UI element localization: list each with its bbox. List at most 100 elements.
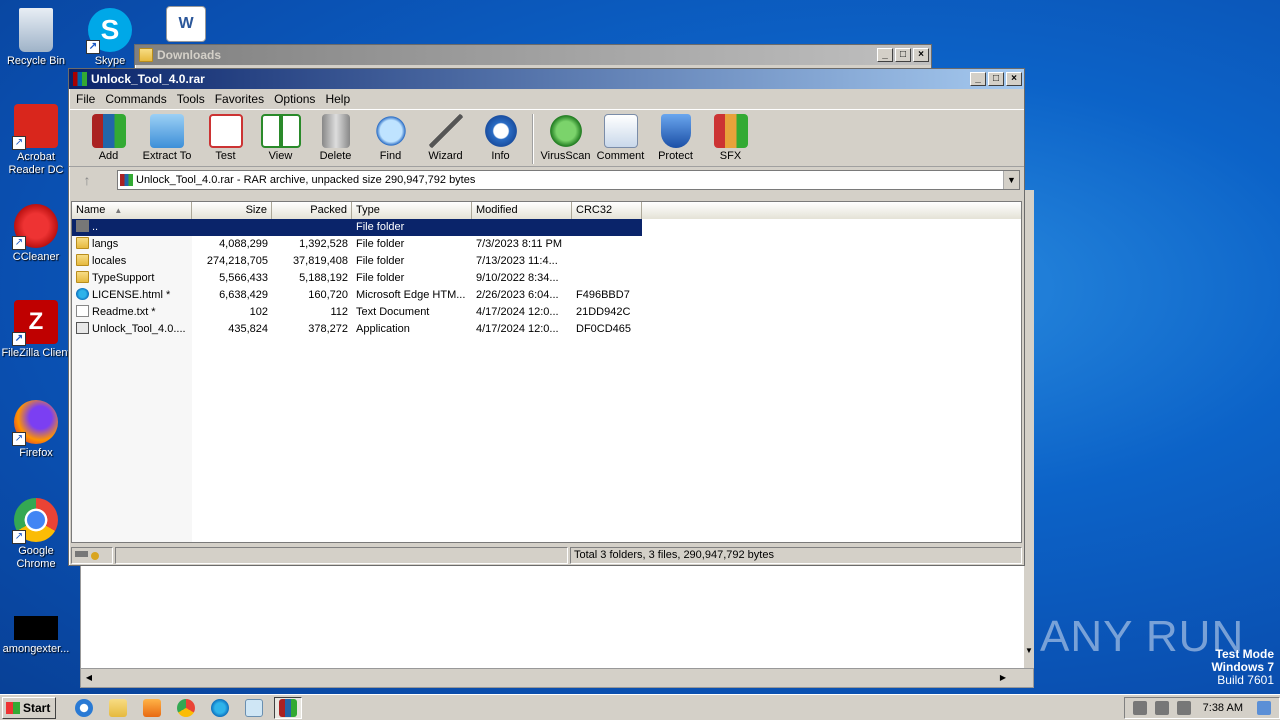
desktop-icon-label: Firefox xyxy=(19,447,53,459)
taskbar-explorer[interactable] xyxy=(104,697,132,719)
file-rows: .. File folder langs 4,088,299 1,392,528 File… xyxy=(72,219,1021,338)
file-row[interactable]: locales 274,218,705 37,819,408 File folder 7… xyxy=(72,253,1021,270)
file-row[interactable]: TypeSupport 5,566,433 5,188,192 File folder… xyxy=(72,270,1021,287)
test-mode-text: Test Mode Windows 7 Build 7601 xyxy=(1211,648,1274,687)
desktop-icon-label: amongexter... xyxy=(2,643,70,655)
cell-size: 102 xyxy=(249,306,268,318)
folder-icon xyxy=(76,237,89,249)
info-label: Info xyxy=(491,150,510,162)
chevron-down-icon[interactable]: ▼ xyxy=(1003,171,1019,189)
system-tray: 7:38 AM xyxy=(1123,696,1280,719)
scroll-left-icon[interactable]: ◀ xyxy=(83,671,95,685)
desktop-icon-acrobat[interactable]: ↗ Acrobat Reader DC xyxy=(0,104,72,177)
column-packed[interactable]: Packed xyxy=(272,202,352,219)
maximize-button[interactable]: □ xyxy=(895,48,911,62)
downloads-titlebar[interactable]: Downloads _ □ × xyxy=(135,45,931,65)
cell-packed: 37,819,408 xyxy=(292,255,348,267)
menu-commands[interactable]: Commands xyxy=(100,92,171,106)
up-arrow-icon[interactable]: ↑ xyxy=(73,170,101,190)
parent-icon xyxy=(76,220,89,232)
cell-name: locales xyxy=(72,253,192,270)
file-row[interactable]: Unlock_Tool_4.0.... 435,824 378,272 Applica… xyxy=(72,321,1021,338)
ie-icon xyxy=(75,698,93,717)
file-row[interactable]: LICENSE.html * 6,638,429 160,720 Microsoft … xyxy=(72,287,1021,304)
shortcut-arrow-icon: ↗ xyxy=(12,530,26,544)
menu-file[interactable]: File xyxy=(71,92,100,106)
cell-size: 5,566,433 xyxy=(219,272,268,284)
menu-favorites[interactable]: Favorites xyxy=(210,92,269,106)
file-list[interactable]: Name ▲ Size Packed Type Modified CRC32 .… xyxy=(71,201,1022,543)
speaker-icon[interactable] xyxy=(1132,700,1147,715)
desktop-icon-filezilla[interactable]: Z ↗ FileZilla Client xyxy=(0,300,72,360)
add-button[interactable]: Add xyxy=(81,114,136,162)
cell-modified: 2/26/2023 6:04... xyxy=(476,289,559,301)
archive-path-dropdown[interactable]: Unlock_Tool_4.0.rar - RAR archive, unpac… xyxy=(117,170,1020,190)
taskbar-chrome[interactable] xyxy=(172,697,200,719)
explorer-folder-icon xyxy=(109,698,127,717)
taskbar-edge[interactable] xyxy=(206,697,234,719)
test-button[interactable]: Test xyxy=(198,114,253,162)
column-modified[interactable]: Modified xyxy=(472,202,572,219)
clock[interactable]: 7:38 AM xyxy=(1203,702,1243,714)
chrome-icon xyxy=(177,698,195,717)
taskbar-winrar[interactable] xyxy=(274,696,302,719)
close-button[interactable]: × xyxy=(1006,72,1022,86)
wizard-button[interactable]: Wizard xyxy=(418,114,473,162)
taskbar-ie[interactable] xyxy=(70,697,98,719)
desktop-icon-ccleaner[interactable]: ↗ CCleaner xyxy=(0,204,72,264)
taskbar-notepad[interactable] xyxy=(240,697,268,719)
column-type[interactable]: Type xyxy=(352,202,472,219)
black-app-icon xyxy=(14,616,58,640)
maximize-button[interactable]: □ xyxy=(988,72,1004,86)
taskbar-media-player[interactable] xyxy=(138,697,166,719)
test-label: Test xyxy=(215,150,236,162)
protect-button[interactable]: Protect xyxy=(648,114,703,162)
cell-packed: 378,272 xyxy=(308,323,348,335)
find-button[interactable]: Find xyxy=(363,114,418,162)
downloads-window-hscrollbar[interactable]: ◀ ▶ xyxy=(80,668,1034,688)
start-button[interactable]: Start xyxy=(2,696,56,719)
menu-help[interactable]: Help xyxy=(320,92,355,106)
view-button[interactable]: View xyxy=(253,114,308,162)
skype-icon: S ↗ xyxy=(86,8,132,54)
desktop-icon-word-doc[interactable]: W xyxy=(150,6,222,45)
cell-size: 274,218,705 xyxy=(206,255,268,267)
winrar-window[interactable]: Unlock_Tool_4.0.rar _ □ × File Commands … xyxy=(68,68,1025,566)
desktop-icon-label: Skype xyxy=(94,55,126,67)
cell-packed xyxy=(272,219,352,236)
column-name[interactable]: Name ▲ xyxy=(72,202,192,219)
info-button[interactable]: Info xyxy=(473,114,528,162)
scroll-right-icon[interactable]: ▶ xyxy=(997,671,1009,685)
desktop-icon-firefox[interactable]: ↗ Firefox xyxy=(0,400,72,460)
menu-options[interactable]: Options xyxy=(269,92,320,106)
comment-button[interactable]: Comment xyxy=(593,114,648,162)
action-center-flag-icon[interactable] xyxy=(1176,700,1191,715)
delete-button[interactable]: Delete xyxy=(308,114,363,162)
protect-label: Protect xyxy=(658,150,693,162)
status-summary: Total 3 folders, 3 files, 290,947,792 by… xyxy=(570,546,1022,564)
file-row[interactable]: .. File folder xyxy=(72,219,1021,236)
close-button[interactable]: × xyxy=(913,48,929,62)
minimize-button[interactable]: _ xyxy=(877,48,893,62)
protect-shield-icon xyxy=(660,114,691,148)
file-row[interactable]: langs 4,088,299 1,392,528 File folder 7/3/20… xyxy=(72,236,1021,253)
winrar-titlebar[interactable]: Unlock_Tool_4.0.rar _ □ × xyxy=(69,69,1024,89)
test-checklist-icon xyxy=(208,114,243,148)
cell-size: 435,824 xyxy=(228,323,268,335)
desktop-icon-chrome[interactable]: ↗ Google Chrome xyxy=(0,498,72,571)
column-size[interactable]: Size xyxy=(192,202,272,219)
extract-to-button[interactable]: Extract To xyxy=(136,114,198,162)
minimize-button[interactable]: _ xyxy=(970,72,986,86)
menu-tools[interactable]: Tools xyxy=(172,92,210,106)
desktop-icon-label: CCleaner xyxy=(12,251,60,263)
desktop-icon-recycle-bin[interactable]: Recycle Bin xyxy=(0,8,72,68)
file-row[interactable]: Readme.txt * 102 112 Text Document 4/17/2024… xyxy=(72,304,1021,321)
virusscan-button[interactable]: VirusScan xyxy=(538,114,593,162)
sfx-button[interactable]: SFX xyxy=(703,114,758,162)
network-icon[interactable] xyxy=(1154,700,1169,715)
show-desktop-icon[interactable] xyxy=(1257,700,1271,715)
desktop-icon-amongexter[interactable]: amongexter... xyxy=(0,616,72,656)
key-icon xyxy=(91,551,99,560)
scroll-down-icon[interactable]: ▼ xyxy=(1024,646,1034,658)
column-crc32[interactable]: CRC32 xyxy=(572,202,642,219)
